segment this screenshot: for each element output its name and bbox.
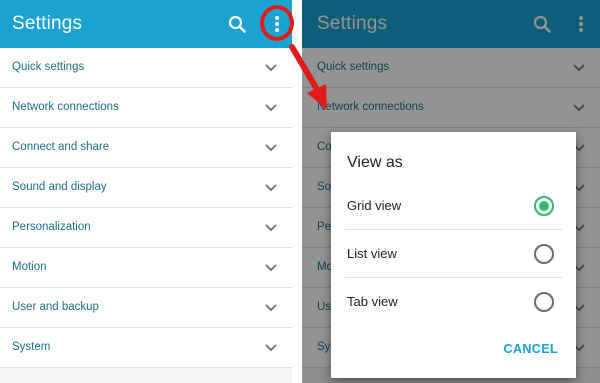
view-as-dialog: View as Grid view List view Tab view CAN… (331, 132, 576, 378)
settings-list: Quick settings Network connections Conne… (0, 48, 292, 368)
chevron-down-icon (265, 224, 277, 232)
settings-item-sound-and-display[interactable]: Sound and display (0, 168, 292, 208)
option-label: List view (347, 246, 397, 261)
left-settings-screen: Settings Quick settings Network connecti… (0, 0, 292, 383)
app-title: Settings (12, 13, 83, 34)
dialog-title: View as (347, 154, 403, 171)
radio-selected-icon[interactable] (534, 196, 554, 216)
chevron-down-icon (265, 64, 277, 72)
settings-item-connect-and-share[interactable]: Connect and share (0, 128, 292, 168)
chevron-down-icon (265, 104, 277, 112)
settings-item-quick-settings[interactable]: Quick settings (0, 48, 292, 88)
settings-item-label: User and backup (12, 301, 99, 313)
option-list-view[interactable]: List view (331, 230, 576, 278)
option-grid-view[interactable]: Grid view (331, 182, 576, 230)
settings-item-network-connections[interactable]: Network connections (0, 88, 292, 128)
chevron-down-icon (265, 144, 277, 152)
highlight-circle-annotation (260, 5, 294, 41)
cancel-button[interactable]: CANCEL (504, 342, 558, 356)
option-tab-view[interactable]: Tab view (331, 278, 576, 326)
settings-item-personalization[interactable]: Personalization (0, 208, 292, 248)
chevron-down-icon (265, 304, 277, 312)
option-label: Grid view (347, 198, 402, 213)
option-label: Tab view (347, 294, 398, 309)
settings-item-label: Motion (12, 261, 47, 273)
settings-item-label: Network connections (12, 101, 119, 113)
radio-unselected-icon[interactable] (534, 244, 554, 264)
screenshot-stage: Settings Quick settings Network connecti… (0, 0, 600, 383)
settings-item-label: Quick settings (12, 61, 85, 73)
settings-item-label: Personalization (12, 221, 91, 233)
settings-item-label: Connect and share (12, 141, 110, 153)
app-bar: Settings (0, 0, 292, 48)
radio-unselected-icon[interactable] (534, 292, 554, 312)
settings-item-label: System (12, 341, 51, 353)
chevron-down-icon (265, 344, 277, 352)
search-icon[interactable] (225, 12, 249, 36)
chevron-down-icon (265, 264, 277, 272)
settings-item-system[interactable]: System (0, 328, 292, 368)
chevron-down-icon (265, 184, 277, 192)
settings-item-user-and-backup[interactable]: User and backup (0, 288, 292, 328)
settings-item-motion[interactable]: Motion (0, 248, 292, 288)
panel-gap (292, 0, 302, 383)
settings-item-label: Sound and display (12, 181, 107, 193)
